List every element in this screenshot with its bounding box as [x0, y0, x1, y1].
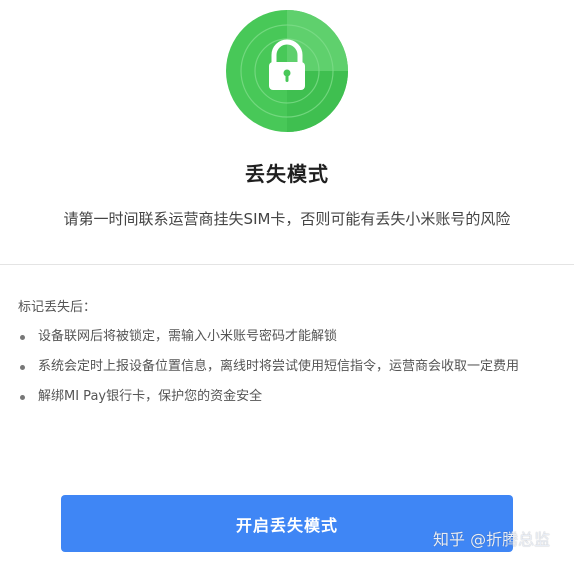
watermark: 知乎 @折腾总监 — [433, 530, 551, 549]
warning-text: 请第一时间联系运营商挂失SIM卡，否则可能有丢失小米账号的风险 — [63, 210, 511, 228]
bullet-text: 系统会定时上报设备位置信息，离线时将尝试使用短信指令，运营商会收取一定费用 — [38, 359, 520, 374]
bullet-text: 设备联网后将被锁定，需输入小米账号密码才能解锁 — [38, 329, 338, 344]
bullet-dot-icon — [20, 395, 25, 400]
info-header: 标记丢失后： — [18, 300, 97, 315]
bullet-text: 解绑MI Pay银行卡，保护您的资金安全 — [38, 389, 263, 404]
bullet-item-lock: 设备联网后将被锁定，需输入小米账号密码才能解锁 — [18, 327, 558, 347]
info-section: 标记丢失后： 设备联网后将被锁定，需输入小米账号密码才能解锁 系统会定时上报设备… — [18, 296, 558, 417]
lock-icon — [226, 10, 348, 132]
section-divider — [0, 264, 574, 265]
bullet-dot-icon — [20, 365, 25, 370]
bullet-item-mipay: 解绑MI Pay银行卡，保护您的资金安全 — [18, 387, 558, 407]
bullet-item-location: 系统会定时上报设备位置信息，离线时将尝试使用短信指令，运营商会收取一定费用 — [18, 357, 558, 377]
bullet-list: 设备联网后将被锁定，需输入小米账号密码才能解锁 系统会定时上报设备位置信息，离线… — [18, 327, 558, 407]
hero-section: 丢失模式 请第一时间联系运营商挂失SIM卡，否则可能有丢失小米账号的风险 — [0, 0, 574, 264]
page-title: 丢失模式 — [245, 162, 329, 186]
bullet-dot-icon — [20, 335, 25, 340]
